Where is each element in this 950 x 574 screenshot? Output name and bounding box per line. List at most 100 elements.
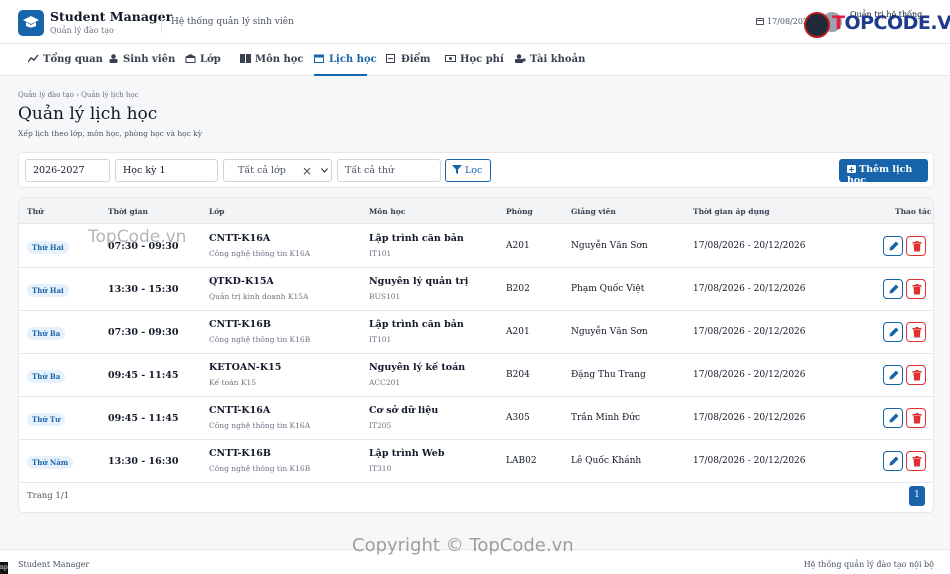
period-cell: 17/08/2026 - 20/12/2026 bbox=[693, 241, 806, 251]
pagination-text: Trang 1/1 bbox=[27, 491, 70, 501]
class-name: Kế toán K15 bbox=[209, 378, 256, 387]
add-schedule-button[interactable]: Thêm lịch học bbox=[839, 159, 928, 186]
trash-icon bbox=[912, 456, 922, 467]
subject-name: Lập trình Web bbox=[369, 448, 445, 459]
trash-icon bbox=[912, 284, 922, 295]
watermark-text: TopCode.vn bbox=[88, 227, 187, 247]
pencil-icon bbox=[889, 413, 899, 423]
edit-button[interactable] bbox=[883, 322, 903, 342]
day-badge: Thứ Hai bbox=[27, 241, 69, 254]
time-cell: 13:30 - 16:30 bbox=[108, 456, 179, 467]
chevron-down-icon bbox=[321, 168, 328, 173]
nav-lop[interactable]: Lớp bbox=[185, 44, 221, 76]
pencil-icon bbox=[889, 456, 899, 466]
day-badge: Thứ Tư bbox=[27, 413, 66, 426]
filter-bar: 2026-2027 Học kỳ 1 Tất cả lớp × Tất cả t… bbox=[18, 152, 934, 188]
calendar-icon bbox=[756, 18, 764, 25]
class-select[interactable]: Tất cả lớp × bbox=[223, 159, 332, 182]
semester-select[interactable]: Học kỳ 1 bbox=[115, 159, 218, 182]
nav-diem[interactable]: Điểm bbox=[386, 44, 430, 76]
class-name: Công nghệ thông tin K16A bbox=[209, 421, 311, 430]
app-subtitle: Quản lý đào tạo bbox=[50, 26, 114, 35]
day-badge: Thứ Ba bbox=[27, 370, 66, 383]
trash-icon bbox=[912, 370, 922, 381]
table-row: Thứ Ba 07:30 - 09:30 CNTT-K16B Công nghệ th… bbox=[19, 311, 933, 354]
nav-tong-quan[interactable]: Tổng quan bbox=[27, 44, 103, 76]
room-cell: B202 bbox=[506, 284, 530, 294]
col-day: Thứ bbox=[27, 207, 44, 216]
subject-code: IT101 bbox=[369, 249, 392, 258]
year-select[interactable]: 2026-2027 bbox=[25, 159, 110, 182]
nav-hoc-phi[interactable]: Học phí bbox=[445, 44, 504, 76]
delete-button[interactable] bbox=[906, 322, 926, 342]
trash-icon bbox=[912, 327, 922, 338]
watermark-logo-text: TOPCODE.VN bbox=[832, 12, 950, 34]
class-name: Quản trị kinh doanh K15A bbox=[209, 292, 309, 301]
watermark-logo-rest: OPCODE.VN bbox=[844, 12, 950, 34]
breadcrumb-parent[interactable]: Quản lý đào tạo bbox=[18, 91, 74, 99]
watermark-copyright: Copyright © TopCode.vn bbox=[352, 535, 574, 556]
period-cell: 17/08/2026 - 20/12/2026 bbox=[693, 327, 806, 337]
subject-code: BUS101 bbox=[369, 292, 401, 301]
edit-button[interactable] bbox=[883, 451, 903, 471]
chart-icon bbox=[27, 54, 39, 63]
clear-icon[interactable]: × bbox=[302, 164, 312, 178]
edit-button[interactable] bbox=[883, 365, 903, 385]
main-nav: Tổng quan Sinh viên Lớp Môn học Lịch học… bbox=[0, 44, 950, 76]
pencil-icon bbox=[889, 370, 899, 380]
page-title: Quản lý lịch học bbox=[18, 104, 158, 124]
delete-button[interactable] bbox=[906, 408, 926, 428]
app-name: Student Manager bbox=[50, 9, 173, 24]
top-bar: Student Manager Quản lý đào tạo Hệ thống… bbox=[0, 0, 950, 44]
grade-icon bbox=[386, 54, 397, 63]
room-cell: A305 bbox=[506, 413, 530, 423]
subject-code: IT310 bbox=[369, 464, 392, 473]
edit-button[interactable] bbox=[883, 236, 903, 256]
time-cell: 09:45 - 11:45 bbox=[108, 413, 179, 424]
trash-icon bbox=[912, 241, 922, 252]
delete-button[interactable] bbox=[906, 451, 926, 471]
book-icon bbox=[240, 54, 251, 63]
filter-button[interactable]: Lọc bbox=[445, 159, 491, 182]
subject-name: Lập trình căn bản bbox=[369, 319, 464, 330]
class-code: CNTT-K16A bbox=[209, 233, 271, 244]
header-divider bbox=[161, 11, 162, 33]
delete-button[interactable] bbox=[906, 279, 926, 299]
room-cell: B204 bbox=[506, 370, 530, 380]
nav-sinh-vien[interactable]: Sinh viên bbox=[108, 44, 175, 76]
class-name: Công nghệ thông tin K16B bbox=[209, 335, 311, 344]
teacher-cell: Nguyễn Văn Sơn bbox=[571, 241, 648, 251]
delete-button[interactable] bbox=[906, 236, 926, 256]
pencil-icon bbox=[889, 241, 899, 251]
subject-name: Cơ sở dữ liệu bbox=[369, 405, 439, 416]
subject-name: Nguyên lý quản trị bbox=[369, 276, 469, 287]
calendar-plus-icon bbox=[847, 165, 856, 173]
user-icon bbox=[515, 54, 526, 63]
table-row: Thứ Hai 13:30 - 15:30 QTKD-K15A Quản trị ki… bbox=[19, 268, 933, 311]
page-1-button[interactable]: 1 bbox=[909, 486, 925, 506]
time-cell: 07:30 - 09:30 bbox=[108, 327, 179, 338]
col-class: Lớp bbox=[209, 207, 225, 216]
table-header: Thứ Thời gian Lớp Môn học Phòng Giảng vi… bbox=[19, 198, 933, 224]
class-code: QTKD-K15A bbox=[209, 276, 274, 287]
period-cell: 17/08/2026 - 20/12/2026 bbox=[693, 284, 806, 294]
room-cell: LAB02 bbox=[506, 456, 537, 466]
day-badge: Thứ Năm bbox=[27, 456, 74, 469]
edit-button[interactable] bbox=[883, 408, 903, 428]
table-row: Thứ Ba 09:45 - 11:45 KETOAN-K15 Kế toán K15… bbox=[19, 354, 933, 397]
edit-button[interactable] bbox=[883, 279, 903, 299]
money-icon bbox=[445, 54, 456, 63]
weekday-select[interactable]: Tất cả thứ bbox=[337, 159, 441, 182]
nav-lich-hoc[interactable]: Lịch học bbox=[314, 44, 377, 76]
class-code: CNTT-K16B bbox=[209, 319, 271, 330]
day-badge: Thứ Hai bbox=[27, 284, 69, 297]
school-icon bbox=[185, 54, 196, 63]
delete-button[interactable] bbox=[906, 365, 926, 385]
nav-mon-hoc[interactable]: Môn học bbox=[240, 44, 304, 76]
subject-code: IT205 bbox=[369, 421, 392, 430]
nav-tai-khoan[interactable]: Tài khoản bbox=[515, 44, 585, 76]
footer-right: Hệ thống quản lý đào tạo nội bộ bbox=[803, 560, 934, 569]
student-icon bbox=[108, 54, 119, 63]
class-select-value: Tất cả lớp bbox=[238, 165, 286, 176]
col-period: Thời gian áp dụng bbox=[693, 207, 770, 216]
